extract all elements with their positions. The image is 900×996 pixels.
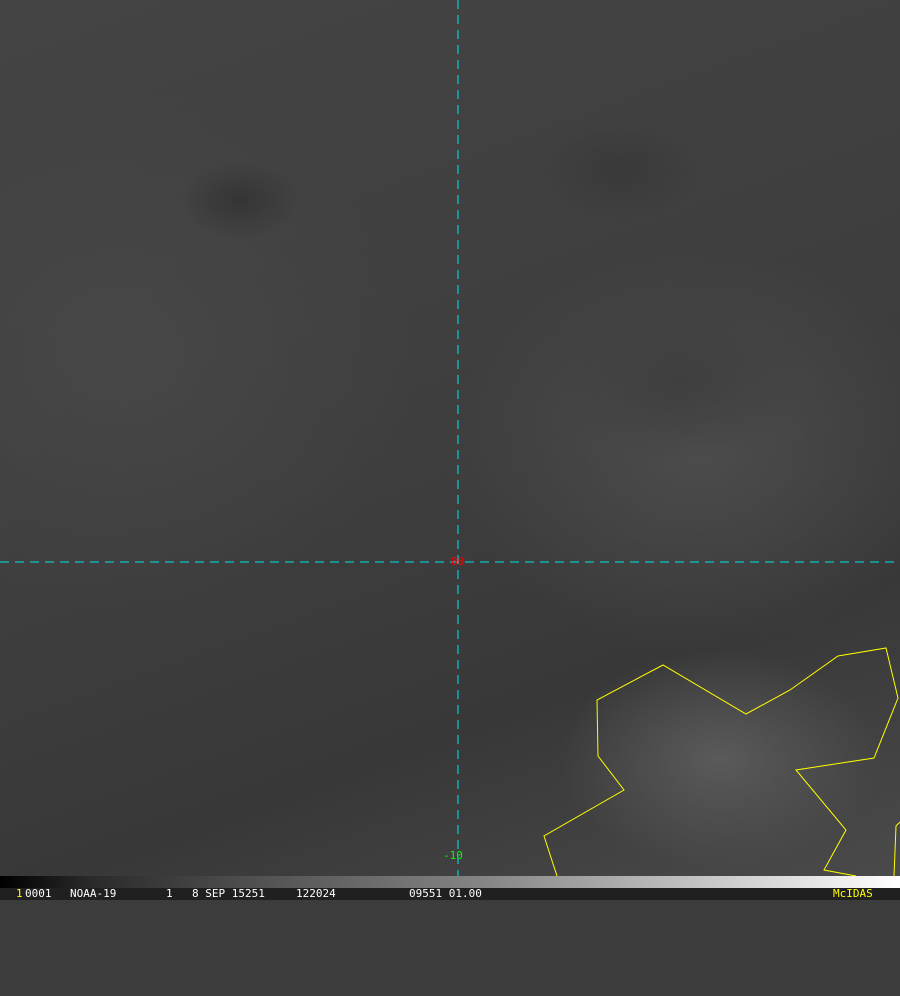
status-bar: 1 0001 NOAA-19 1 8 SEP 15251 122024 0955…	[0, 888, 900, 900]
map-overlay	[0, 0, 900, 876]
longitude-label: -10	[443, 849, 463, 862]
image-id: 0001	[25, 887, 52, 900]
date: 8 SEP 15251	[192, 887, 265, 900]
coastline	[893, 821, 900, 876]
coastline	[543, 647, 899, 876]
satellite-name: NOAA-19	[70, 887, 117, 900]
band: 1	[166, 887, 173, 900]
frame-number: 1	[16, 887, 23, 900]
time: 122024	[296, 887, 336, 900]
extra-info: 09551 01.00	[409, 887, 482, 900]
latitude-label: 80	[451, 555, 465, 568]
brand: McIDAS	[833, 887, 873, 900]
